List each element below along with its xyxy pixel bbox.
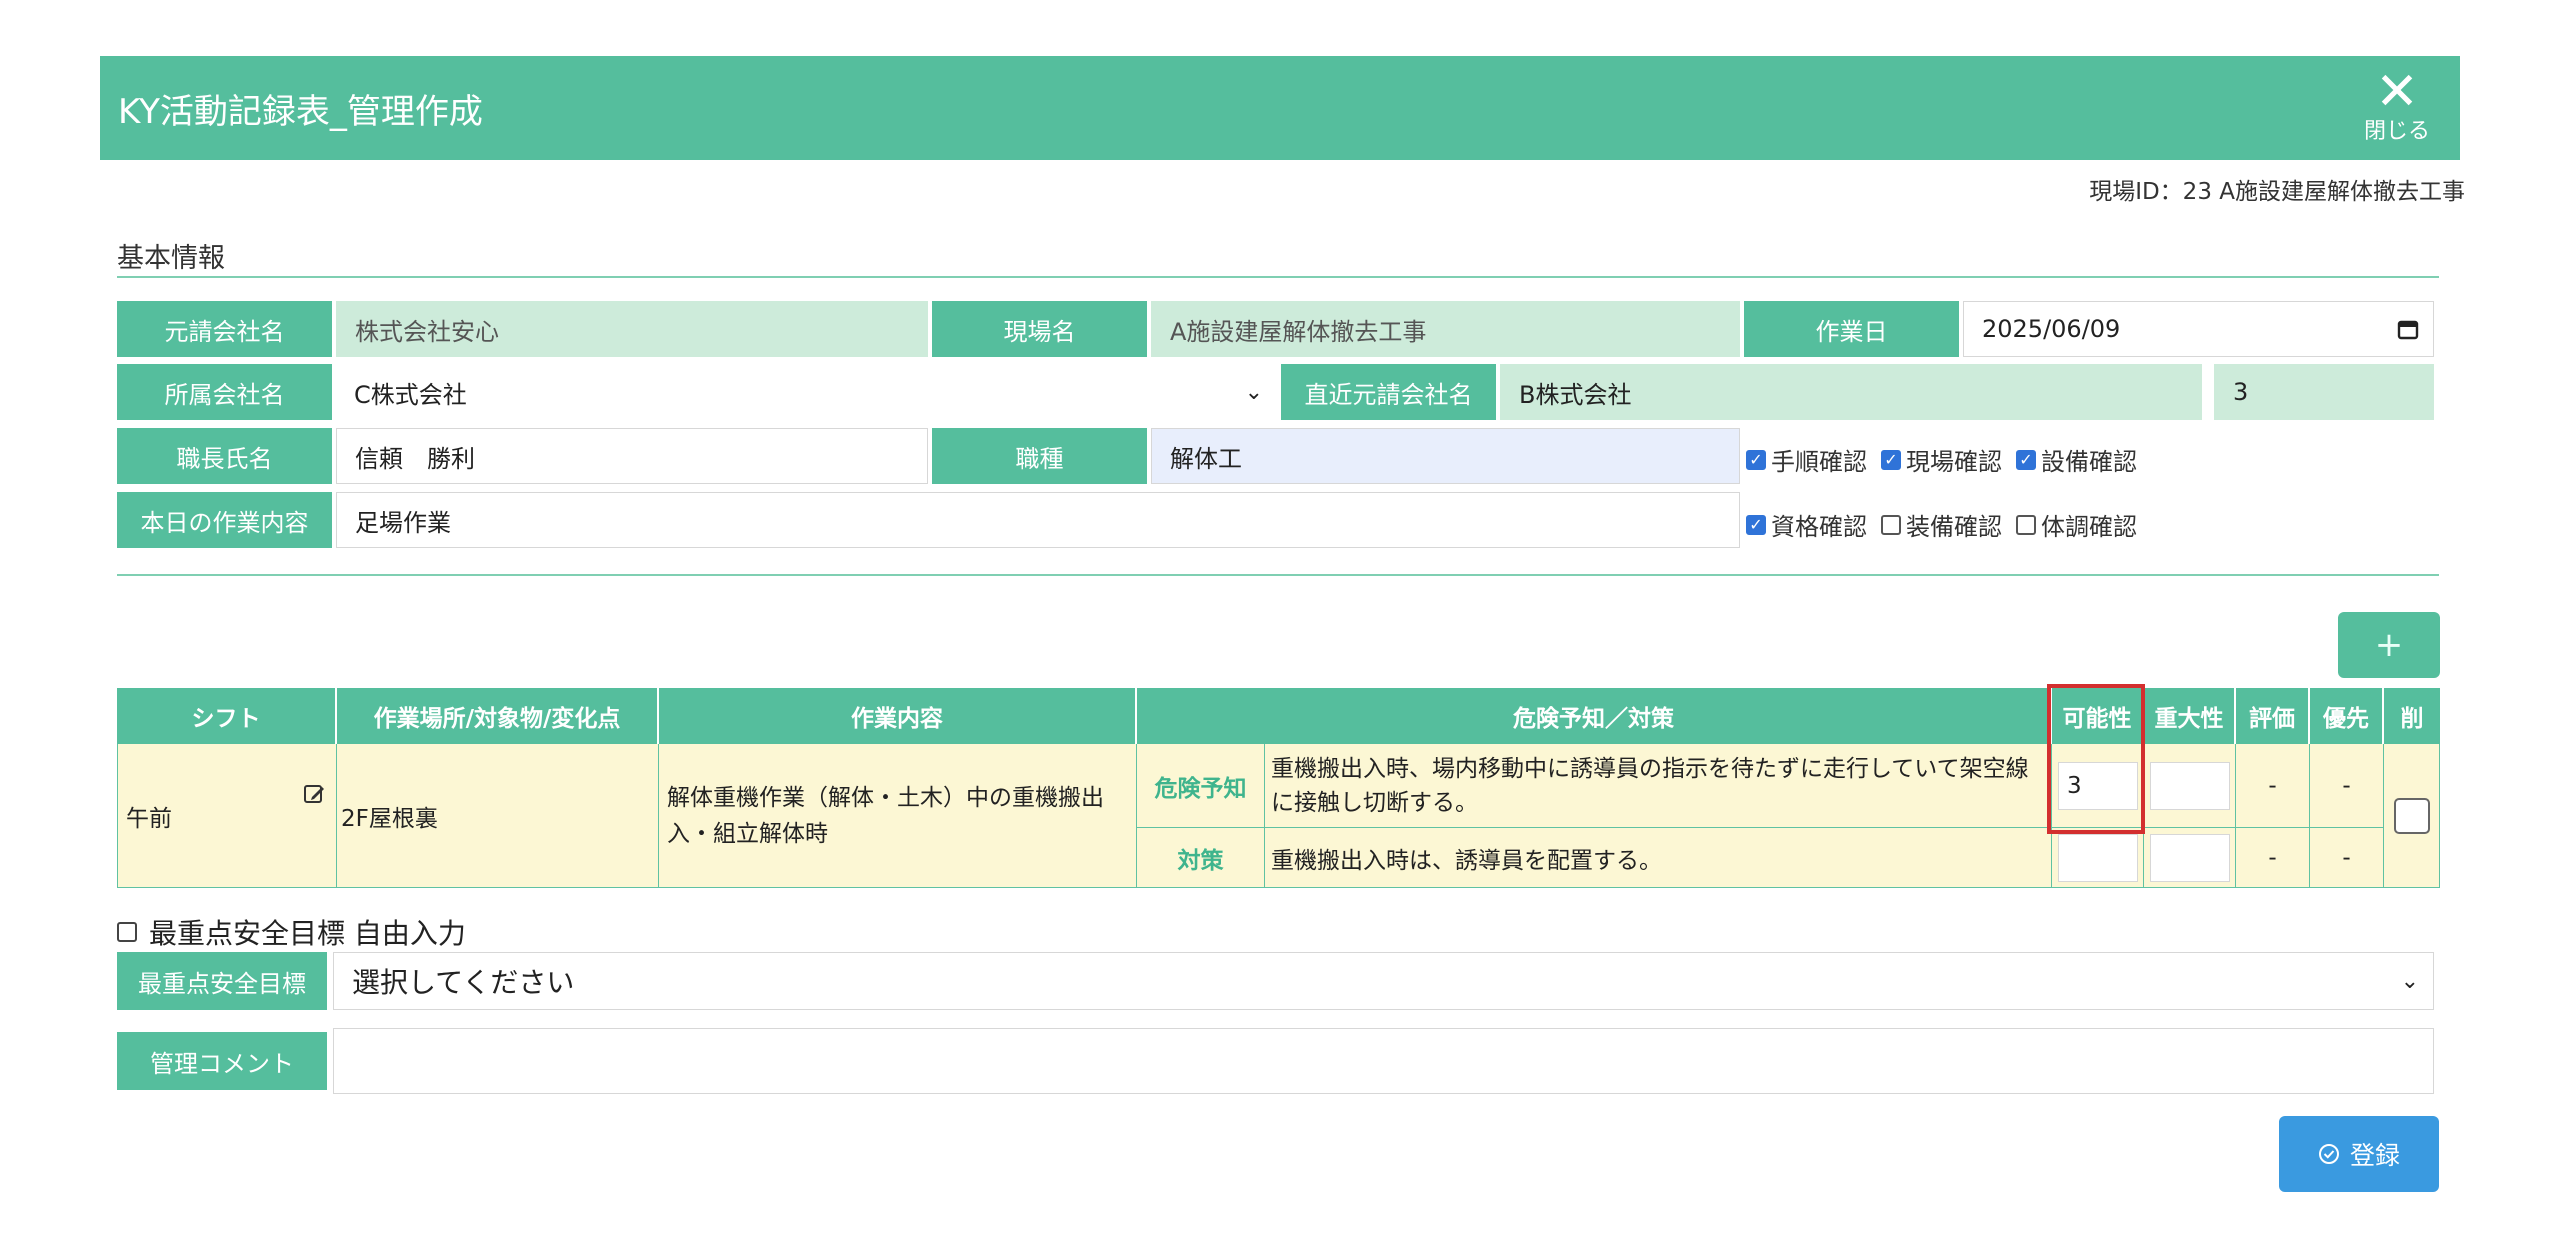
checkbox-icon[interactable] <box>2016 514 2036 535</box>
highlight-box <box>2047 684 2145 834</box>
check-label: 資格確認 <box>1771 513 1867 541</box>
checkbox-icon[interactable]: ✓ <box>1881 449 1901 470</box>
comment-input[interactable] <box>333 1028 2434 1094</box>
check-circle-icon <box>2318 1144 2339 1164</box>
col-delete: 削 <box>2384 688 2440 744</box>
col-content: 作業内容 <box>659 688 1137 744</box>
shift-cell[interactable]: 午前 <box>117 744 337 888</box>
measure-label-cell: 対策 <box>1137 828 1265 888</box>
checkbox-icon[interactable] <box>117 922 137 942</box>
col-priority: 優先 <box>2310 688 2384 744</box>
free-input-toggle[interactable]: 最重点安全目標 自由入力 <box>117 912 466 952</box>
hazard-text-cell[interactable]: 重機搬出入時、場内移動中に誘導員の指示を待たずに走行していて架空線に接触し切断す… <box>1265 744 2052 828</box>
affiliated-company-value: C株式会社 <box>354 380 467 409</box>
checkbox-icon[interactable]: ✓ <box>1746 449 1766 470</box>
checkbox-icon[interactable]: ✓ <box>2016 449 2036 470</box>
chevron-down-icon: ⌄ <box>1244 379 1263 405</box>
affiliated-company-select[interactable]: C株式会社 ⌄ <box>336 364 1277 420</box>
measure-possibility-input[interactable] <box>2058 834 2138 882</box>
prime-contractor-field: 株式会社安心 <box>336 301 928 357</box>
check-equipment[interactable]: ✓ 設備確認 <box>2016 442 2137 477</box>
register-label: 登録 <box>2349 1141 2400 1170</box>
col-shift: シフト <box>117 688 337 744</box>
chevron-down-icon: ⌄ <box>2400 968 2419 994</box>
col-severity: 重大性 <box>2144 688 2236 744</box>
col-evaluation: 評価 <box>2236 688 2310 744</box>
comment-label: 管理コメント <box>117 1032 327 1090</box>
foreman-input[interactable]: 信頼 勝利 <box>336 428 928 484</box>
check-label: 設備確認 <box>2041 448 2137 476</box>
direct-prime-number: 3 <box>2214 364 2434 420</box>
check-label: 体調確認 <box>2041 513 2137 541</box>
check-label: 装備確認 <box>1906 513 2002 541</box>
col-place: 作業場所/対象物/変化点 <box>337 688 659 744</box>
evaluation-cell: - <box>2236 744 2310 828</box>
delete-cell <box>2384 744 2440 888</box>
calendar-icon[interactable] <box>2397 318 2419 340</box>
site-name-field: A施設建屋解体撤去工事 <box>1151 301 1740 357</box>
divider <box>117 276 2439 278</box>
hazard-label-cell: 危険予知 <box>1137 744 1265 828</box>
site-id-text: 現場ID：23 A施設建屋解体撤去工事 <box>2089 179 2465 205</box>
check-label: 現場確認 <box>1906 448 2002 476</box>
priority-cell: - <box>2310 744 2384 828</box>
add-row-button[interactable]: + <box>2338 612 2440 678</box>
check-procedure[interactable]: ✓ 手順確認 <box>1746 442 1867 477</box>
direct-prime-label: 直近元請会社名 <box>1281 364 1496 420</box>
trade-label: 職種 <box>932 428 1147 484</box>
check-group-2: ✓ 資格確認 装備確認 体調確認 <box>1746 507 2137 542</box>
checkbox-icon[interactable]: ✓ <box>1746 514 1766 535</box>
severity-input[interactable] <box>2150 762 2230 810</box>
modal-title: KY活動記録表_管理作成 <box>118 92 483 132</box>
close-button[interactable]: ✕ 閉じる <box>2362 66 2432 154</box>
close-icon: ✕ <box>2375 62 2419 122</box>
register-button[interactable]: 登録 <box>2279 1116 2439 1192</box>
modal-header: KY活動記録表_管理作成 ✕ 閉じる <box>100 56 2460 160</box>
check-gear[interactable]: 装備確認 <box>1881 507 2002 542</box>
shift-value: 午前 <box>126 805 172 832</box>
trade-input[interactable]: 解体工 <box>1151 428 1740 484</box>
check-group-1: ✓ 手順確認 ✓ 現場確認 ✓ 設備確認 <box>1746 442 2137 477</box>
place-cell[interactable]: 2F屋根裏 <box>337 744 659 888</box>
safety-goal-select[interactable]: 選択してください ⌄ <box>333 952 2434 1010</box>
free-input-label: 最重点安全目標 自由入力 <box>149 917 466 950</box>
work-date-label: 作業日 <box>1744 301 1959 357</box>
foreman-label: 職長氏名 <box>117 428 332 484</box>
site-name-label: 現場名 <box>932 301 1147 357</box>
work-date-value: 2025/06/09 <box>1982 315 2121 343</box>
affiliated-company-label: 所属会社名 <box>117 364 332 420</box>
measure-severity-input[interactable] <box>2150 834 2230 882</box>
divider <box>117 574 2439 576</box>
measure-text-cell[interactable]: 重機搬出入時は、誘導員を配置する。 <box>1265 828 2052 888</box>
delete-checkbox[interactable] <box>2393 797 2430 834</box>
safety-goal-value: 選択してください <box>352 966 575 999</box>
prime-contractor-label: 元請会社名 <box>117 301 332 357</box>
check-health[interactable]: 体調確認 <box>2016 507 2137 542</box>
col-hazard: 危険予知／対策 <box>1137 688 2052 744</box>
close-label: 閉じる <box>2363 119 2430 144</box>
checkbox-icon[interactable] <box>1881 514 1901 535</box>
edit-icon[interactable] <box>302 782 326 806</box>
basic-info-heading: 基本情報 <box>117 243 225 274</box>
evaluation-cell: - <box>2236 828 2310 888</box>
today-work-input[interactable]: 足場作業 <box>336 492 1740 548</box>
priority-cell: - <box>2310 828 2384 888</box>
check-site[interactable]: ✓ 現場確認 <box>1881 442 2002 477</box>
check-qualification[interactable]: ✓ 資格確認 <box>1746 507 1867 542</box>
direct-prime-field: B株式会社 <box>1500 364 2202 420</box>
content-cell[interactable]: 解体重機作業（解体・土木）中の重機搬出入・組立解体時 <box>659 744 1137 888</box>
safety-goal-label: 最重点安全目標 <box>117 952 327 1010</box>
work-date-input[interactable]: 2025/06/09 <box>1963 301 2434 357</box>
today-work-label: 本日の作業内容 <box>117 492 332 548</box>
check-label: 手順確認 <box>1771 448 1867 476</box>
